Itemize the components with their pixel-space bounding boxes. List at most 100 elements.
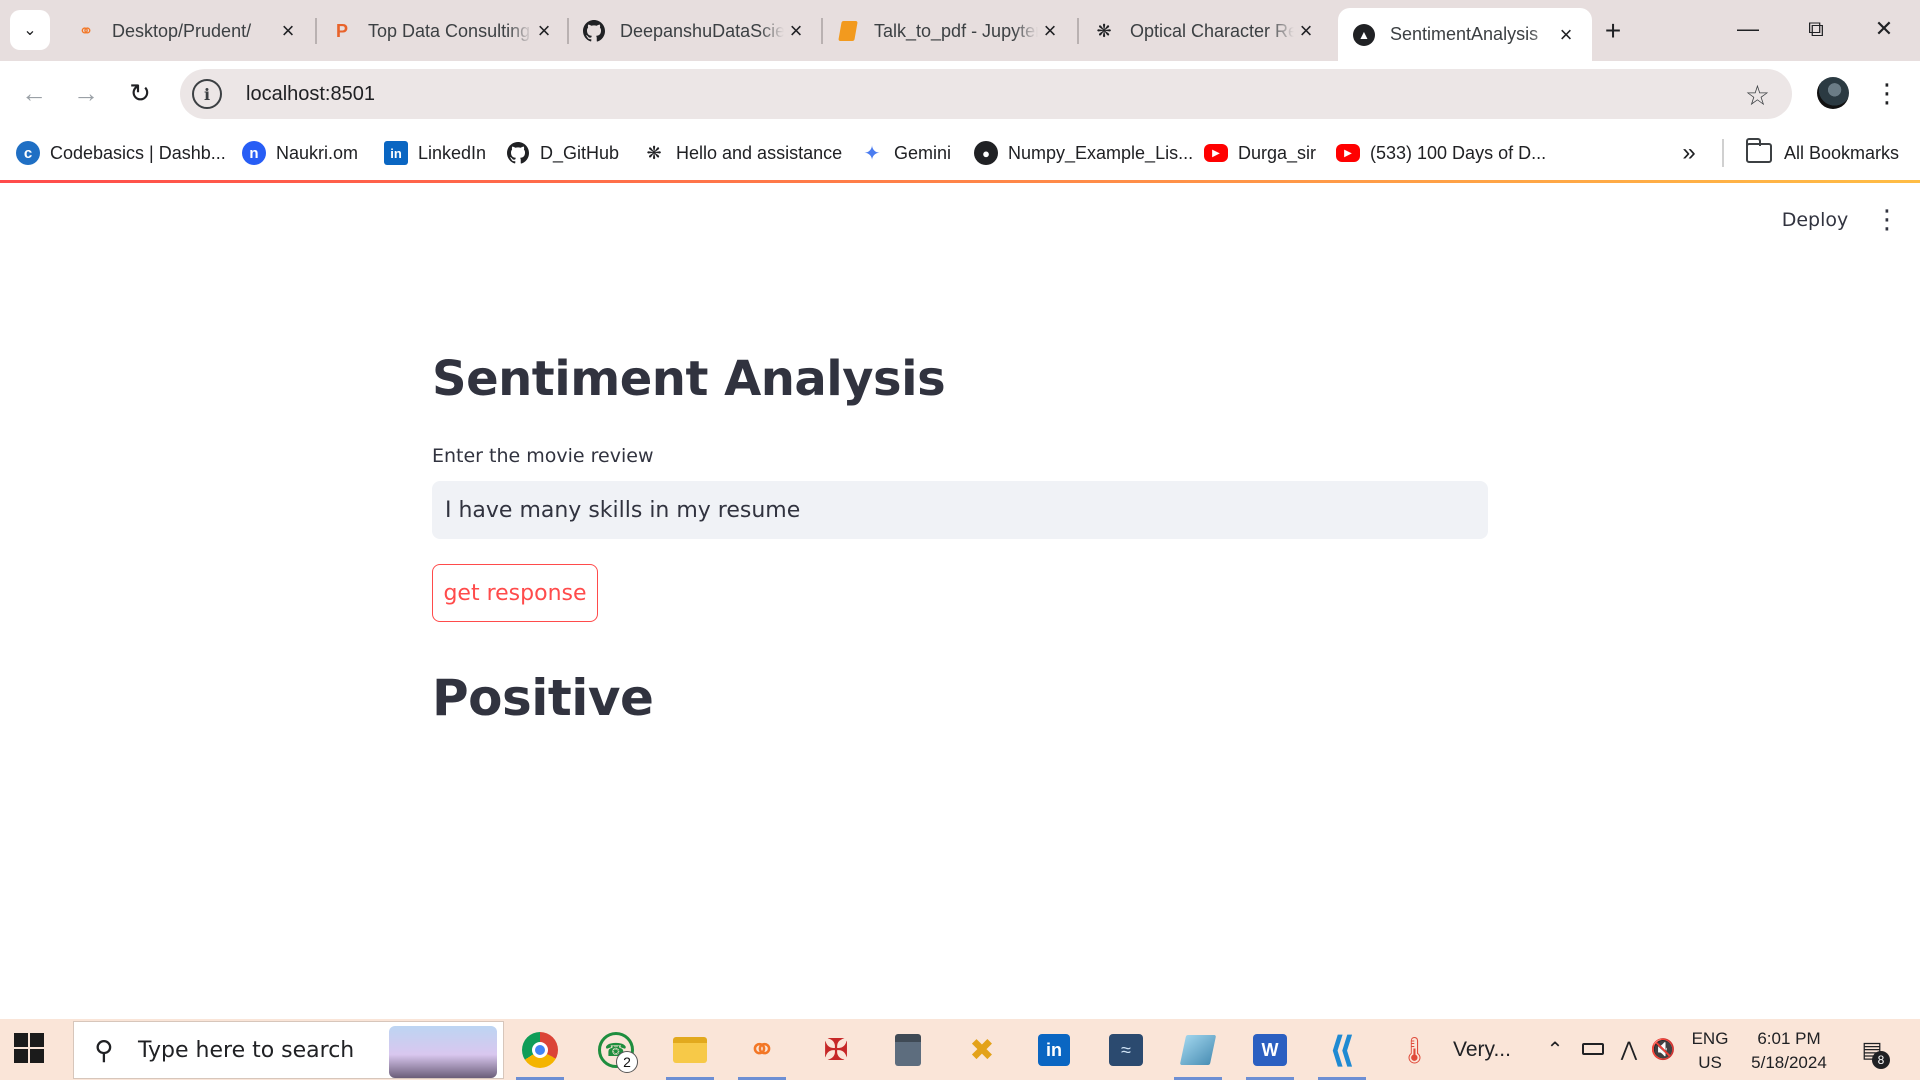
deploy-button[interactable]: Deploy [1768,200,1862,240]
tab-sentiment-analysis[interactable]: ▲ SentimentAnalysis × [1338,8,1592,61]
bookmark-durga-sir[interactable]: ▶ Durga_sir [1204,137,1316,169]
reload-button[interactable]: ↻ [120,73,160,113]
taskbar-word[interactable]: W [1240,1023,1300,1080]
wifi-icon: ⋀ [1620,1038,1638,1061]
battery-tray[interactable] [1578,1033,1608,1065]
streamlit-icon: ▲ [1352,23,1376,47]
taskbar-chrome[interactable] [510,1023,570,1080]
chevron-up-icon: ⌃ [1546,1038,1564,1061]
close-icon[interactable]: × [784,18,808,43]
close-icon[interactable]: × [276,18,300,43]
search-highlight-image [389,1026,497,1078]
close-icon[interactable]: × [1554,22,1578,47]
openai-icon: ❋ [1096,20,1112,41]
bookmark-star-icon[interactable]: ☆ [1745,79,1770,112]
bookmark-linkedin[interactable]: in LinkedIn [384,137,486,169]
language-code: ENG [1691,1029,1729,1048]
back-button[interactable]: ← [14,73,54,113]
browser-menu-button[interactable]: ⋮ [1872,75,1902,111]
bookmark-label: Numpy_Example_Lis... [1008,142,1194,163]
tab-title: DeepanshuDataScience [620,20,784,41]
region-code: US [1698,1053,1722,1072]
close-window-button[interactable]: ✕ [1856,8,1912,50]
tab-title: Top Data Consulting [368,20,531,41]
minimize-icon: — [1737,16,1759,41]
bookmark-label: Durga_sir [1238,142,1317,163]
bookmark-gemini[interactable]: ✦ Gemini [860,137,951,169]
taskbar-app-red[interactable]: ✠ [806,1023,866,1077]
chrome-icon [522,1032,558,1068]
notification-center-button[interactable]: ▤ 8 [1856,1033,1890,1069]
close-icon[interactable]: × [1294,18,1318,43]
book-icon [836,19,860,43]
close-icon[interactable]: × [1038,18,1062,43]
tab-talk-to-pdf[interactable]: Talk_to_pdf - Jupyter × [822,10,1076,52]
forward-button[interactable]: → [66,73,106,113]
tab-desktop-prudent[interactable]: ⚭ Desktop/Prudent/ × [60,10,314,52]
new-tab-button[interactable]: + [1596,14,1630,48]
codebasics-icon: c [16,141,40,165]
weather-text: Very... [1453,1038,1511,1061]
thermometer-icon: 🌡 [1398,1034,1432,1065]
globe-icon: ● [974,141,998,165]
taskbar-calculator[interactable] [878,1023,938,1077]
taskbar-jupyter[interactable]: ⚭ [732,1023,792,1080]
windows-start-button[interactable] [14,1033,44,1063]
language-indicator[interactable]: ENG US [1690,1027,1730,1075]
taskbar-vscode[interactable]: ⟪ [1312,1023,1372,1080]
review-input-label: Enter the movie review [432,445,654,467]
bookmark-codebasics[interactable]: c Codebasics | Dashb... [16,137,226,169]
bookmark-label: Naukri.om [276,142,359,163]
system-clock[interactable]: 6:01 PM 5/18/2024 [1742,1027,1836,1075]
tab-strip: ⌄ ⚭ Desktop/Prudent/ × P Top Data Consul… [0,0,1920,61]
tab-deepanshu-github[interactable]: DeepanshuDataScience × [568,10,822,52]
bookmark-label: Codebasics | Dashb... [50,142,226,163]
taskbar-whatsapp[interactable]: ☎ 2 [586,1023,646,1077]
arrow-left-icon: ← [21,77,47,108]
profile-avatar[interactable] [1817,77,1849,109]
address-url[interactable]: localhost:8501 [246,83,375,106]
bookmark-naukri[interactable]: n Naukri.om [242,137,358,169]
tab-title: SentimentAnalysis [1390,24,1539,44]
minimize-button[interactable]: — [1720,8,1776,50]
taskbar-file-explorer[interactable] [660,1023,720,1080]
volume-tray[interactable]: 🔇 [1648,1033,1678,1065]
taskbar-app-notepad[interactable] [1168,1023,1228,1080]
site-info-icon[interactable]: i [192,79,222,109]
restore-button[interactable]: ⧉ [1788,8,1844,50]
tab-ocr[interactable]: ❋ Optical Character Recognition × [1078,10,1332,52]
tab-top-data-consulting[interactable]: P Top Data Consulting × [316,10,570,52]
bookmark-label: D_GitHub [540,142,620,163]
tab-search-button[interactable]: ⌄ [10,10,50,50]
notification-count: 8 [1872,1051,1890,1069]
clock-date: 5/18/2024 [1751,1053,1827,1072]
folder-icon [1746,138,1772,163]
taskbar-app-arrows[interactable]: ✖ [952,1023,1012,1077]
app-menu-button[interactable]: ⋮ [1872,200,1902,240]
wifi-tray[interactable]: ⋀ [1614,1033,1644,1065]
all-bookmarks-button[interactable]: All Bookmarks [1746,137,1899,169]
search-icon: ⚲ [94,1034,114,1065]
taskbar-weather[interactable]: 🌡 Very... [1398,1023,1511,1077]
close-icon[interactable]: × [532,18,556,43]
bookmark-d-github[interactable]: D_GitHub [506,137,619,169]
get-response-button[interactable]: get response [432,564,598,622]
linkedin-icon: in [1038,1034,1070,1066]
all-bookmarks-label: All Bookmarks [1784,142,1900,163]
bookmarks-overflow-button[interactable]: » [1674,137,1704,169]
arrow-right-icon: → [73,77,99,108]
review-input[interactable]: I have many skills in my resume [432,481,1488,539]
bookmark-numpy-example[interactable]: ● Numpy_Example_Lis... [974,137,1193,169]
battery-icon [1582,1043,1604,1055]
bookmark-hello-assistance[interactable]: ❋ Hello and assistance [642,137,842,169]
taskbar-mysql[interactable]: ≈ [1096,1023,1156,1077]
openai-icon: ❋ [646,142,662,163]
taskbar-linkedin[interactable]: in [1024,1023,1084,1077]
taskbar-search-box[interactable]: ⚲ Type here to search [73,1021,504,1079]
show-hidden-icons-button[interactable]: ⌃ [1540,1033,1570,1065]
tab-title: Desktop/Prudent/ [112,20,252,41]
bookmark-100-days[interactable]: ▶ (533) 100 Days of D... [1336,137,1546,169]
address-bar[interactable]: i localhost:8501 ☆ [180,69,1792,119]
more-vertical-icon: ⋮ [1874,205,1900,235]
taskbar-search-placeholder: Type here to search [138,1037,355,1063]
